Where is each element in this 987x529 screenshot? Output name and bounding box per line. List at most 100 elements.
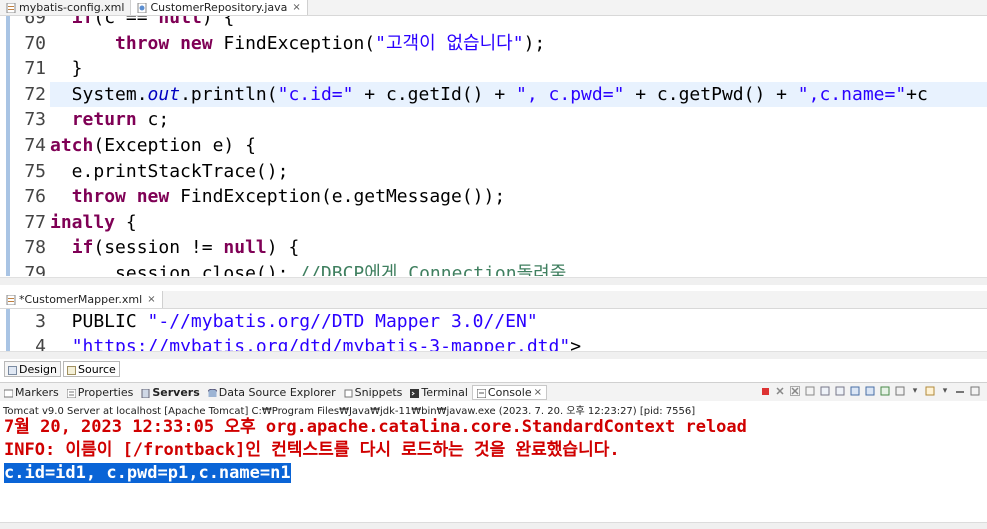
console-line: 7월 20, 2023 12:33:05 오후 org.apache.catal… [4, 417, 747, 437]
code-line[interactable]: "https://mybatis.org/dtd/mybatis-3-mappe… [50, 334, 987, 351]
xml-code-editor[interactable]: 3 4 PUBLIC "-//mybatis.org//DTD Mapper 3.… [0, 309, 987, 351]
code-line[interactable]: atch(Exception e) { [50, 133, 987, 159]
tab-label: *CustomerMapper.xml [19, 293, 143, 306]
code-line[interactable]: throw new FindException("고객이 없습니다"); [50, 31, 987, 57]
horizontal-scrollbar[interactable] [0, 277, 987, 285]
code-line[interactable]: throw new FindException(e.getMessage()); [50, 184, 987, 210]
code-token: FindException( [212, 32, 376, 54]
console-toolbar: ▾ ▾ [759, 385, 981, 397]
code-token: //DBCP에게 Connection돌려줌 [299, 263, 567, 276]
chevron-down-icon[interactable]: ▾ [909, 385, 921, 397]
code-line[interactable]: inally { [50, 210, 987, 236]
console-output[interactable]: 7월 20, 2023 12:33:05 오후 org.apache.catal… [0, 416, 987, 522]
console-process-title: Tomcat v9.0 Server at localhost [Apache … [0, 402, 987, 417]
console-line: c.id=id1, c.pwd=p1,c.name=n1 [4, 462, 987, 485]
tab-customer-mapper[interactable]: *CustomerMapper.xml × [0, 291, 163, 308]
maximize-icon[interactable] [969, 385, 981, 397]
word-wrap-icon[interactable] [834, 385, 846, 397]
line-number: 72 [24, 83, 46, 105]
tab-properties[interactable]: Properties [63, 386, 138, 399]
tab-markers[interactable]: Markers [0, 386, 63, 399]
horizontal-scrollbar[interactable] [0, 351, 987, 359]
tab-label: Console [487, 385, 532, 399]
code-token: ", c.pwd=" [516, 83, 625, 105]
code-token: (c == [93, 16, 159, 28]
code-token: new [136, 186, 170, 208]
line-number: 70 [24, 32, 46, 54]
tab-snippets[interactable]: Snippets [340, 386, 407, 399]
show-on-error-icon[interactable] [864, 385, 876, 397]
code-token: e.printStackTrace(); [50, 160, 289, 182]
line-number: 75 [24, 160, 46, 182]
xml-file-icon [6, 294, 16, 305]
editor-mode-tabs: Design Source [0, 361, 120, 377]
code-token: > [570, 336, 582, 351]
code-line[interactable]: if(c == null) { [50, 16, 987, 31]
code-line[interactable]: e.printStackTrace(); [50, 159, 987, 185]
code-token: "https://mybatis.org/dtd/mybatis-3-mappe… [71, 336, 571, 351]
line-number: 69 [24, 16, 46, 28]
tab-label: Snippets [354, 385, 403, 399]
java-code-editor[interactable]: 69 70 71 72 73 74 75 76 77 78 79 if(c == null) { t… [0, 16, 987, 276]
tab-data-source-explorer[interactable]: Data Source Explorer [204, 386, 340, 399]
editor-ruler [0, 309, 12, 351]
tab-label: Design [19, 362, 57, 376]
markers-icon [3, 388, 14, 397]
tab-terminal[interactable]: Terminal [406, 386, 472, 399]
code-token: "c.id=" [277, 83, 354, 105]
remove-all-icon[interactable] [789, 385, 801, 397]
tab-source[interactable]: Source [62, 361, 120, 377]
open-console-icon[interactable] [924, 385, 936, 397]
horizontal-scrollbar[interactable] [0, 522, 987, 529]
tab-label: Data Source Explorer [218, 385, 336, 399]
code-line[interactable]: PUBLIC "-//mybatis.org//DTD Mapper 3.0//… [50, 309, 987, 334]
tab-console[interactable]: Console × [471, 384, 547, 400]
tab-mybatis-config[interactable]: mybatis-config.xml [0, 0, 132, 15]
code-token: atch [50, 135, 94, 156]
code-line[interactable]: session.close(); //DBCP에게 Connection돌려줌 [50, 261, 987, 276]
code-token: + c.getId() + [353, 83, 517, 105]
clear-console-icon[interactable] [804, 385, 816, 397]
close-icon[interactable]: × [534, 387, 542, 398]
current-code-line[interactable]: System.out.println("c.id=" + c.getId() +… [50, 81, 987, 108]
terminate-icon[interactable] [759, 385, 771, 397]
code-token: + c.getPwd() + [624, 83, 798, 105]
close-icon[interactable]: × [147, 294, 155, 305]
remove-launch-icon[interactable] [774, 385, 786, 397]
show-on-output-icon[interactable] [849, 385, 861, 397]
code-token: throw [115, 32, 170, 54]
code-token: c; [136, 109, 170, 131]
selected-output-text[interactable]: c.id=id1, c.pwd=p1,c.name=n1 [4, 463, 291, 483]
tab-servers[interactable]: Servers [137, 386, 203, 399]
chevron-down-icon[interactable]: ▾ [939, 385, 951, 397]
pin-console-icon[interactable] [879, 385, 891, 397]
scroll-lock-icon[interactable] [819, 385, 831, 397]
tab-design[interactable]: Design [4, 361, 61, 377]
code-token: null [223, 237, 267, 259]
close-icon[interactable]: × [292, 2, 300, 13]
console-line: INFO: 이름이 [/frontback]인 컨텍스트를 다시 로드하는 것을… [4, 440, 620, 460]
tab-label: Properties [77, 385, 134, 399]
servers-icon [141, 388, 150, 398]
code-token: (Exception e) { [93, 135, 256, 156]
line-number: 74 [24, 135, 46, 156]
console-icon [476, 388, 487, 398]
line-number: 76 [24, 186, 46, 208]
mapper-tab-bar: *CustomerMapper.xml × [0, 291, 987, 309]
code-token: if [71, 237, 94, 259]
tab-customer-repository[interactable]: CustomerRepository.java × [131, 0, 308, 15]
minimize-icon[interactable] [954, 385, 966, 397]
tab-label: Terminal [421, 385, 468, 399]
code-line[interactable]: } [50, 56, 987, 82]
code-token: ); [523, 32, 546, 54]
display-console-icon[interactable] [894, 385, 906, 397]
code-line[interactable]: return c; [50, 107, 987, 133]
tab-label: CustomerRepository.java [150, 1, 288, 14]
code-token: .println( [180, 83, 278, 105]
design-icon [8, 365, 17, 375]
code-line[interactable]: if(session != null) { [50, 235, 987, 261]
code-token: } [50, 58, 83, 80]
